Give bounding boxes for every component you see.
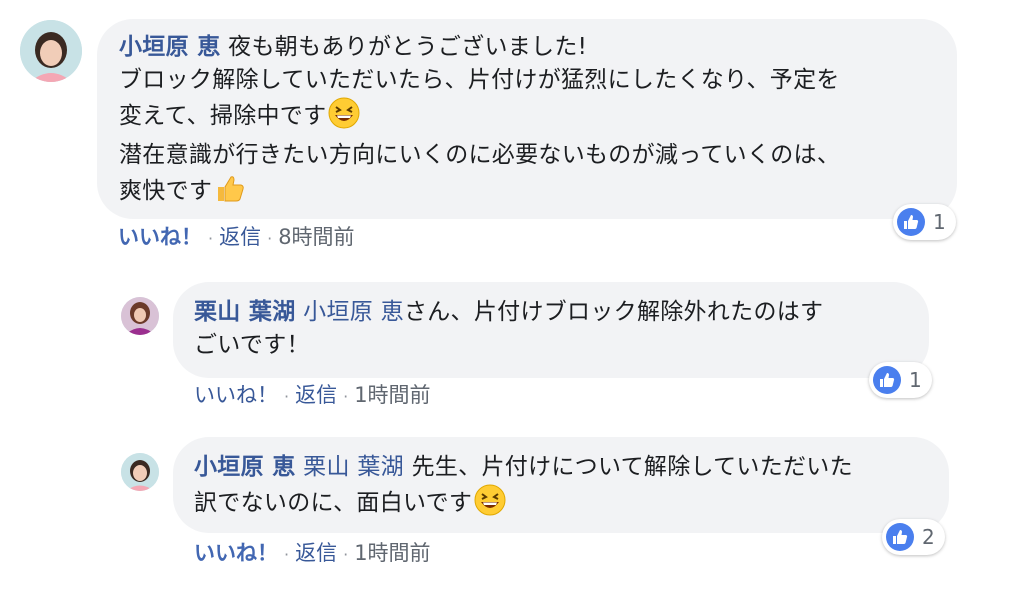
like-reaction-icon xyxy=(897,208,925,236)
comment-actions: いいね！ · 返信 · 1時間前 xyxy=(194,540,431,568)
comment-line: 潜在意識が行きたい方向にいくのに必要ないものが減っていくのは、 xyxy=(119,142,841,168)
timestamp[interactable]: 1時間前 xyxy=(354,383,430,407)
reply-link[interactable]: 返信 xyxy=(295,383,337,407)
thumbs-up-icon xyxy=(214,172,246,214)
comment-actions: いいね！ · 返信 · 1時間前 xyxy=(194,382,431,410)
like-link[interactable]: いいね！ xyxy=(118,225,202,249)
separator: · xyxy=(343,387,349,406)
comment-line: ブロック解除していただいたら、片付けが猛烈にしたくなり、予定を xyxy=(119,67,840,93)
comment-bubble: 栗山 葉湖 小垣原 恵さん、片付けブロック解除外れたのはす ごいです！ xyxy=(173,282,929,378)
avatar[interactable] xyxy=(121,453,159,491)
comment-line: 先生、片付けについて解除していただいた xyxy=(411,454,853,480)
comment-line: 訳でないのに、面白いです xyxy=(194,490,473,516)
reply-link[interactable]: 返信 xyxy=(295,541,337,565)
reaction-count: 1 xyxy=(933,210,946,234)
like-link[interactable]: いいね！ xyxy=(194,541,278,565)
comment-author[interactable]: 栗山 葉湖 xyxy=(194,299,296,325)
like-link[interactable]: いいね！ xyxy=(194,383,278,407)
like-reaction-icon xyxy=(886,523,914,551)
reaction-count-badge[interactable]: 1 xyxy=(869,362,932,398)
reaction-count-badge[interactable]: 1 xyxy=(893,204,956,240)
reaction-count-badge[interactable]: 2 xyxy=(882,519,945,555)
comment-line: 変えて、掃除中です xyxy=(119,103,327,129)
grinning-squinting-face-icon xyxy=(328,97,360,139)
reply-link[interactable]: 返信 xyxy=(219,225,261,249)
comment-text: 小垣原 恵 栗山 葉湖 先生、片付けについて解除していただいた 訳でないのに、面… xyxy=(194,451,949,526)
separator: · xyxy=(343,545,349,564)
separator: · xyxy=(284,387,290,406)
mention-link[interactable]: 栗山 葉湖 xyxy=(303,454,404,480)
comment-text: 小垣原 恵 夜も朝もありがとうございました! ブロック解除していただいたら、片付… xyxy=(119,31,957,214)
avatar-photo-icon xyxy=(121,297,159,335)
timestamp[interactable]: 8時間前 xyxy=(278,225,354,249)
mention-link[interactable]: 小垣原 恵 xyxy=(303,299,404,325)
like-reaction-icon xyxy=(873,366,901,394)
separator: · xyxy=(208,229,214,248)
avatar[interactable] xyxy=(20,20,82,82)
grinning-squinting-face-icon xyxy=(474,484,506,526)
comment-author[interactable]: 小垣原 恵 xyxy=(194,454,296,480)
avatar-photo-icon xyxy=(20,20,82,82)
reaction-count: 1 xyxy=(909,368,922,392)
comment-line: 夜も朝もありがとうございました! xyxy=(228,34,588,60)
comment-bubble: 小垣原 恵 栗山 葉湖 先生、片付けについて解除していただいた 訳でないのに、面… xyxy=(173,437,949,533)
comment-line: さん、片付けブロック解除外れたのはす xyxy=(403,299,824,325)
comment-author[interactable]: 小垣原 恵 xyxy=(119,34,221,60)
comment-text: 栗山 葉湖 小垣原 恵さん、片付けブロック解除外れたのはす ごいです！ xyxy=(194,296,929,362)
separator: · xyxy=(267,229,273,248)
comment-bubble: 小垣原 恵 夜も朝もありがとうございました! ブロック解除していただいたら、片付… xyxy=(97,19,957,219)
reaction-count: 2 xyxy=(922,525,935,549)
timestamp[interactable]: 1時間前 xyxy=(354,541,430,565)
separator: · xyxy=(284,545,290,564)
comment-line: 爽快です xyxy=(119,178,213,204)
avatar[interactable] xyxy=(121,297,159,335)
comment-actions: いいね！ · 返信 · 8時間前 xyxy=(118,224,355,252)
comment-line: ごいです！ xyxy=(194,332,310,358)
avatar-photo-icon xyxy=(121,453,159,491)
